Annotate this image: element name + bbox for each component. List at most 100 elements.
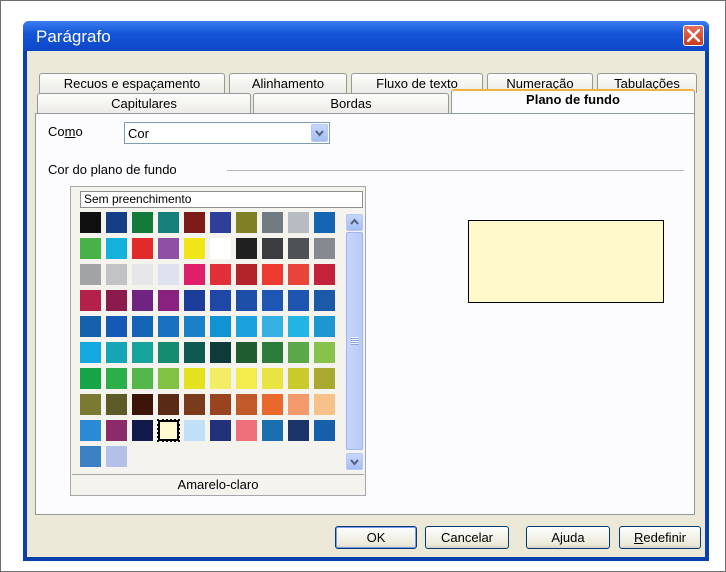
color-swatch[interactable] (157, 419, 180, 442)
color-swatch[interactable] (80, 368, 101, 389)
color-swatch[interactable] (314, 316, 335, 337)
color-swatch[interactable] (262, 212, 283, 233)
color-swatch[interactable] (106, 342, 127, 363)
color-swatch[interactable] (132, 316, 153, 337)
palette-scrollbar[interactable] (346, 214, 363, 470)
color-swatch[interactable] (288, 368, 309, 389)
color-swatch[interactable] (132, 368, 153, 389)
como-select[interactable]: Cor (124, 122, 330, 144)
color-swatch[interactable] (210, 238, 231, 259)
close-button[interactable] (683, 25, 704, 46)
color-swatch[interactable] (80, 264, 101, 285)
color-swatch[interactable] (106, 264, 127, 285)
color-swatch[interactable] (184, 238, 205, 259)
color-swatch[interactable] (80, 290, 101, 311)
color-swatch[interactable] (262, 290, 283, 311)
color-swatch[interactable] (158, 394, 179, 415)
tab-indents-spacing[interactable]: Recuos e espaçamento (39, 73, 225, 93)
color-swatch[interactable] (184, 212, 205, 233)
color-swatch[interactable] (80, 394, 101, 415)
color-swatch[interactable] (132, 290, 153, 311)
color-swatch[interactable] (288, 238, 309, 259)
color-swatch[interactable] (236, 316, 257, 337)
color-swatch[interactable] (288, 316, 309, 337)
color-swatch[interactable] (158, 264, 179, 285)
color-swatch[interactable] (262, 316, 283, 337)
tab-drop-caps[interactable]: Capitulares (37, 93, 251, 113)
color-swatch[interactable] (288, 264, 309, 285)
color-swatch[interactable] (288, 420, 309, 441)
color-swatch[interactable] (132, 394, 153, 415)
color-swatch[interactable] (236, 264, 257, 285)
color-swatch[interactable] (184, 420, 205, 441)
color-swatch[interactable] (236, 290, 257, 311)
color-swatch[interactable] (314, 420, 335, 441)
color-swatch[interactable] (184, 290, 205, 311)
color-swatch[interactable] (210, 420, 231, 441)
color-swatch[interactable] (132, 264, 153, 285)
color-swatch[interactable] (262, 238, 283, 259)
color-swatch[interactable] (80, 238, 101, 259)
color-swatch[interactable] (288, 394, 309, 415)
color-swatch[interactable] (288, 212, 309, 233)
color-swatch[interactable] (262, 420, 283, 441)
color-swatch[interactable] (184, 316, 205, 337)
chevron-down-icon[interactable] (311, 124, 328, 142)
reset-button[interactable]: Redefinir (619, 526, 701, 549)
color-swatch[interactable] (314, 290, 335, 311)
color-swatch[interactable] (210, 316, 231, 337)
tab-background[interactable]: Plano de fundo (451, 89, 695, 113)
color-swatch[interactable] (314, 368, 335, 389)
color-swatch[interactable] (262, 342, 283, 363)
color-swatch[interactable] (80, 212, 101, 233)
color-swatch[interactable] (184, 394, 205, 415)
color-swatch[interactable] (210, 368, 231, 389)
color-swatch[interactable] (106, 394, 127, 415)
color-swatch[interactable] (106, 238, 127, 259)
color-swatch[interactable] (314, 342, 335, 363)
color-swatch[interactable] (132, 420, 153, 441)
color-swatch[interactable] (210, 212, 231, 233)
color-swatch[interactable] (106, 368, 127, 389)
color-swatch[interactable] (262, 264, 283, 285)
color-swatch[interactable] (132, 212, 153, 233)
scroll-thumb[interactable] (346, 232, 363, 450)
color-swatch[interactable] (132, 342, 153, 363)
color-swatch[interactable] (184, 368, 205, 389)
color-swatch[interactable] (314, 394, 335, 415)
color-swatch[interactable] (80, 342, 101, 363)
color-swatch[interactable] (106, 316, 127, 337)
color-swatch[interactable] (106, 212, 127, 233)
color-swatch[interactable] (262, 368, 283, 389)
scroll-up-button[interactable] (346, 214, 363, 231)
color-swatch[interactable] (184, 342, 205, 363)
color-swatch[interactable] (210, 264, 231, 285)
color-swatch[interactable] (236, 368, 257, 389)
color-swatch[interactable] (314, 264, 335, 285)
color-swatch[interactable] (288, 290, 309, 311)
color-swatch[interactable] (314, 238, 335, 259)
color-swatch[interactable] (210, 342, 231, 363)
scroll-down-button[interactable] (346, 453, 363, 470)
color-swatch[interactable] (158, 368, 179, 389)
ok-button[interactable]: OK (335, 526, 417, 549)
color-swatch[interactable] (236, 394, 257, 415)
color-swatch[interactable] (158, 342, 179, 363)
color-swatch[interactable] (158, 316, 179, 337)
cancel-button[interactable]: Cancelar (425, 526, 509, 549)
color-swatch[interactable] (236, 420, 257, 441)
tab-alignment[interactable]: Alinhamento (229, 73, 347, 93)
color-swatch[interactable] (236, 212, 257, 233)
color-swatch[interactable] (106, 290, 127, 311)
color-swatch[interactable] (80, 420, 101, 441)
color-swatch[interactable] (288, 342, 309, 363)
color-swatch[interactable] (262, 394, 283, 415)
color-swatch[interactable] (132, 238, 153, 259)
color-swatch[interactable] (158, 238, 179, 259)
color-swatch[interactable] (236, 342, 257, 363)
no-fill-option[interactable]: Sem preenchimento (80, 191, 363, 208)
color-swatch[interactable] (210, 290, 231, 311)
color-swatch[interactable] (158, 212, 179, 233)
color-swatch[interactable] (314, 212, 335, 233)
tab-borders[interactable]: Bordas (253, 93, 449, 113)
